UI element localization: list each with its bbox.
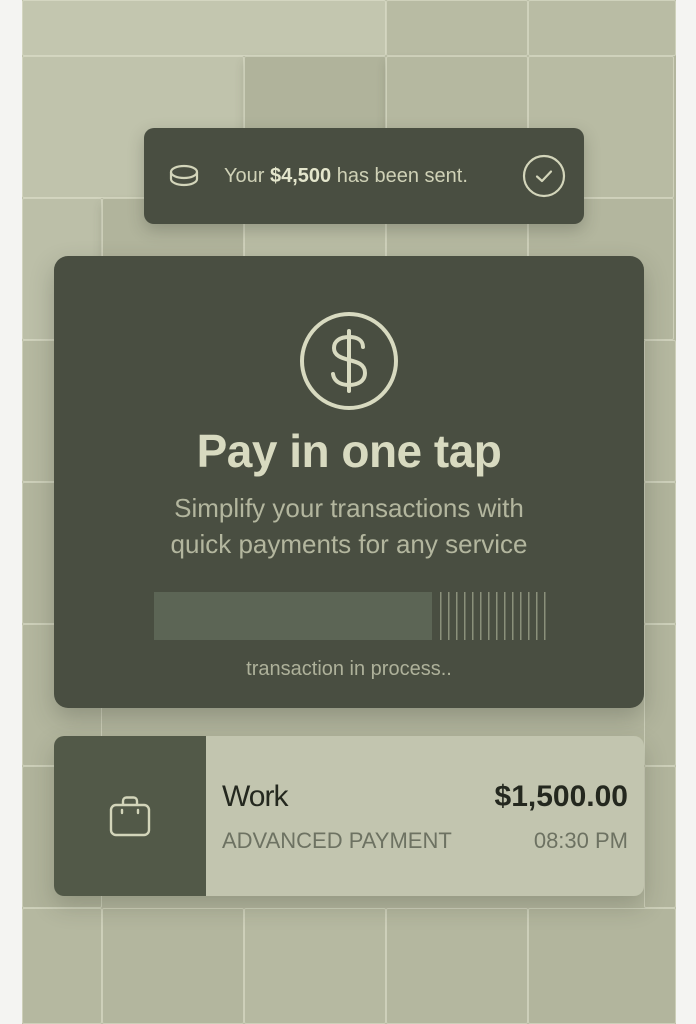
background-tile xyxy=(644,766,676,908)
transaction-progress-bar xyxy=(154,592,546,640)
background-tile xyxy=(528,908,676,1024)
pay-in-one-tap-card: Pay in one tap Simplify your transaction… xyxy=(54,256,644,708)
background-tile xyxy=(644,340,676,482)
briefcase-icon xyxy=(109,796,151,837)
notification-amount: $4,500 xyxy=(269,165,332,187)
background-tile xyxy=(244,908,386,1024)
transaction-amount: $1,500.00 xyxy=(494,780,628,813)
background-tile xyxy=(386,0,528,56)
background-tile xyxy=(102,908,244,1024)
notification-message: Your $4,500 has been sent. xyxy=(224,164,468,188)
sent-notification[interactable]: Your $4,500 has been sent. xyxy=(144,128,584,224)
transaction-icon-box xyxy=(54,736,206,896)
hero-title: Pay in one tap xyxy=(196,425,502,477)
notification-suffix: has been sent. xyxy=(331,165,468,187)
progress-remaining xyxy=(440,592,546,640)
background-tile xyxy=(644,482,676,624)
background-tile xyxy=(22,0,386,56)
progress-fill xyxy=(154,592,432,640)
transaction-item[interactable]: Work $1,500.00 ADVANCED PAYMENT 08:30 PM xyxy=(54,736,644,896)
background-tile xyxy=(22,908,102,1024)
background-tile xyxy=(528,0,676,56)
transaction-status: transaction in process.. xyxy=(246,658,452,680)
background-tile xyxy=(386,908,528,1024)
transaction-name: Work xyxy=(222,780,288,813)
check-circle-icon[interactable] xyxy=(522,154,566,198)
transaction-type: ADVANCED PAYMENT xyxy=(222,828,452,853)
hero-subtitle-line: Simplify your transactions with xyxy=(174,493,524,523)
transaction-time: 08:30 PM xyxy=(533,828,628,853)
notification-prefix: Your xyxy=(224,165,270,187)
hero-subtitle-line: quick payments for any service xyxy=(170,529,528,559)
background-tile xyxy=(644,624,676,766)
coin-icon xyxy=(169,164,199,187)
hero-subtitle: Simplify your transactions with quick pa… xyxy=(54,490,644,562)
dollar-circle-icon xyxy=(300,312,398,410)
